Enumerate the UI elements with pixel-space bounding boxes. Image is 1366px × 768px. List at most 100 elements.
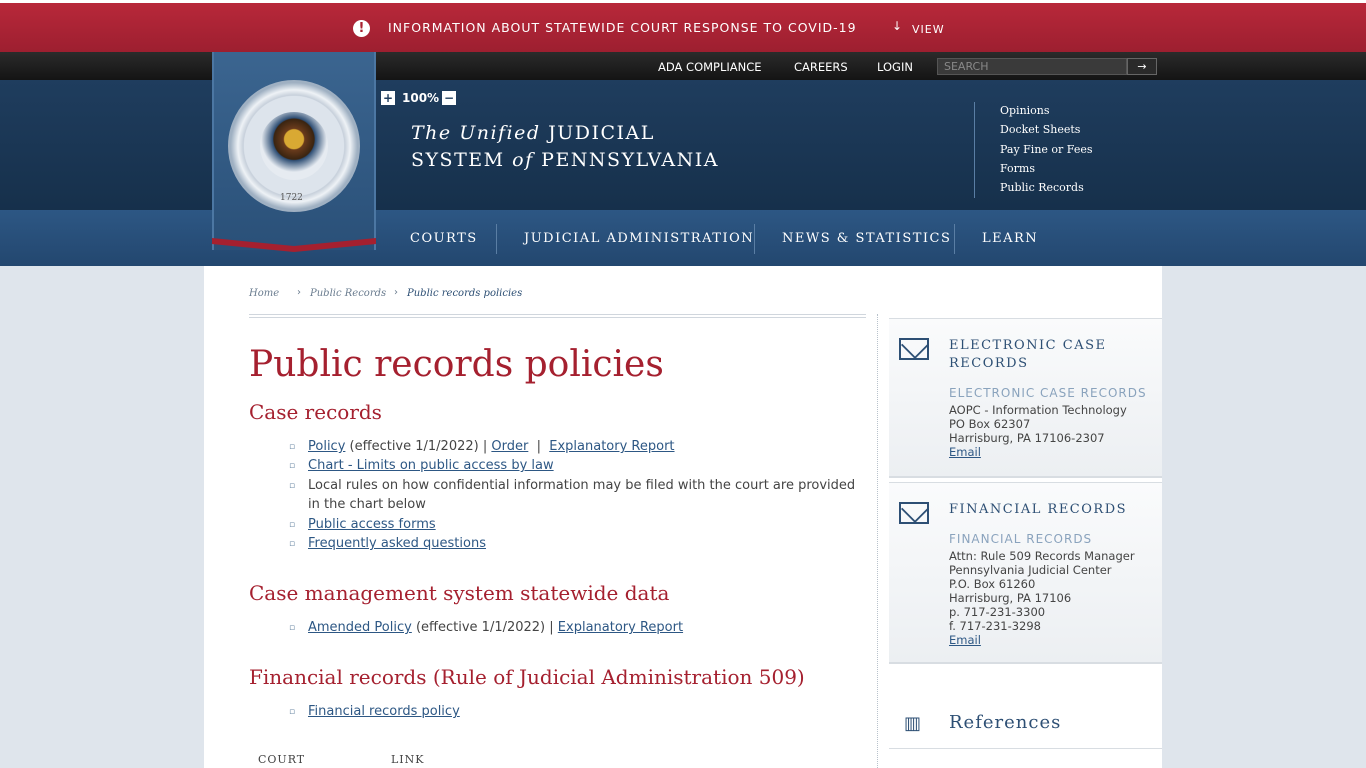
main-nav: COURTS JUDICIAL ADMINISTRATION NEWS & ST… bbox=[0, 210, 1366, 266]
financial-records-subheading: FINANCIAL RECORDS bbox=[949, 532, 1093, 546]
quick-link-forms[interactable]: Forms bbox=[1000, 162, 1035, 175]
breadcrumb-current: Public records policies bbox=[407, 288, 523, 299]
address-line: AOPC - Information Technology bbox=[949, 403, 1127, 417]
address-line: PO Box 62307 bbox=[949, 417, 1031, 431]
site-title-line2[interactable]: SYSTEM of PENNSYLVANIA bbox=[411, 149, 719, 171]
fax-line: f. 717-231-3298 bbox=[949, 619, 1041, 633]
references-heading: References bbox=[949, 712, 1062, 733]
financial-records-heading: FINANCIAL RECORDS bbox=[949, 502, 1128, 517]
quick-link-pay-fine[interactable]: Pay Fine or Fees bbox=[1000, 143, 1093, 156]
explanatory-report-link[interactable]: Explanatory Report bbox=[549, 439, 674, 454]
envelope-icon bbox=[899, 338, 929, 360]
alert-message[interactable]: INFORMATION ABOUT STATEWIDE COURT RESPON… bbox=[388, 20, 857, 35]
nav-divider bbox=[496, 224, 497, 254]
amended-policy-link[interactable]: Amended Policy bbox=[308, 620, 412, 635]
address-line: P.O. Box 61260 bbox=[949, 577, 1036, 591]
nav-divider bbox=[754, 224, 755, 254]
arrow-down-icon: ↓ bbox=[892, 19, 903, 33]
financial-records-email-link[interactable]: Email bbox=[949, 633, 981, 647]
address-line: Harrisburg, PA 17106 bbox=[949, 591, 1072, 605]
bullet-icon: ▫ bbox=[289, 520, 296, 530]
title-italic: of bbox=[512, 149, 534, 171]
title-text: PENNSYLVANIA bbox=[541, 149, 719, 171]
banner-ribbon bbox=[212, 238, 376, 252]
zoom-level: 100% bbox=[402, 91, 440, 105]
bullet-icon: ▫ bbox=[289, 707, 296, 717]
nav-courts[interactable]: COURTS bbox=[410, 231, 478, 246]
divider bbox=[889, 748, 1162, 749]
policy-note: (effective 1/1/2022) | bbox=[415, 620, 554, 635]
divider bbox=[249, 314, 866, 315]
electronic-records-email-link[interactable]: Email bbox=[949, 445, 981, 459]
search-submit-button[interactable]: → bbox=[1127, 58, 1157, 75]
site-title-line1[interactable]: The Unified JUDICIAL bbox=[411, 122, 655, 144]
quick-link-opinions[interactable]: Opinions bbox=[1000, 104, 1050, 117]
address-line: Attn: Rule 509 Records Manager bbox=[949, 549, 1135, 563]
separator: | bbox=[536, 439, 541, 454]
site-header bbox=[0, 80, 1366, 210]
bullet-icon: ▫ bbox=[289, 623, 296, 633]
page-title: Public records policies bbox=[249, 344, 664, 385]
nav-news-statistics[interactable]: NEWS & STATISTICS bbox=[782, 231, 951, 246]
bullet-icon: ▫ bbox=[289, 481, 296, 491]
list-item: Local rules on how confidential informat… bbox=[308, 478, 856, 512]
quick-links-divider bbox=[974, 102, 975, 198]
coat-of-arms-icon bbox=[260, 112, 328, 180]
quick-link-docket-sheets[interactable]: Docket Sheets bbox=[1000, 123, 1080, 136]
nav-learn[interactable]: LEARN bbox=[982, 231, 1038, 246]
nav-judicial-administration[interactable]: JUDICIAL ADMINISTRATION bbox=[524, 231, 754, 246]
policy-note: (effective 1/1/2022) | bbox=[349, 439, 488, 454]
table-header-court: COURT bbox=[258, 753, 306, 766]
breadcrumb-public-records[interactable]: Public Records bbox=[310, 288, 386, 299]
login-link[interactable]: LOGIN bbox=[877, 60, 913, 74]
zoom-out-button[interactable]: − bbox=[442, 91, 456, 105]
seal-year: 1722 bbox=[280, 193, 303, 203]
title-text: SYSTEM bbox=[411, 149, 505, 171]
list-item: Frequently asked questions bbox=[308, 534, 486, 553]
faq-link[interactable]: Frequently asked questions bbox=[308, 536, 486, 551]
list-item: Chart - Limits on public access by law bbox=[308, 456, 554, 475]
title-italic: The Unified bbox=[411, 122, 541, 144]
public-access-forms-link[interactable]: Public access forms bbox=[308, 517, 436, 532]
electronic-records-heading: ELECTRONIC CASE RECORDS bbox=[949, 337, 1107, 373]
section-heading-case-management: Case management system statewide data bbox=[249, 581, 670, 605]
list-item: Financial records policy bbox=[308, 702, 460, 721]
chevron-right-icon: › bbox=[394, 287, 398, 298]
zoom-in-button[interactable]: + bbox=[381, 91, 395, 105]
phone-line: p. 717-231-3300 bbox=[949, 605, 1046, 619]
chart-limits-link[interactable]: Chart - Limits on public access by law bbox=[308, 458, 554, 473]
arrow-right-icon: → bbox=[1137, 60, 1147, 73]
bullet-icon: ▫ bbox=[289, 539, 296, 549]
title-text: JUDICIAL bbox=[548, 122, 655, 144]
address-line: Pennsylvania Judicial Center bbox=[949, 563, 1112, 577]
exclamation-icon: ! bbox=[353, 20, 370, 37]
search-input[interactable]: SEARCH bbox=[937, 58, 1127, 75]
list-item: Policy (effective 1/1/2022) | Order | Ex… bbox=[308, 437, 675, 456]
section-heading-case-records: Case records bbox=[249, 400, 382, 424]
books-icon: ▥ bbox=[904, 713, 922, 734]
bullet-icon: ▫ bbox=[289, 442, 296, 452]
covid-alert-bar: ! INFORMATION ABOUT STATEWIDE COURT RESP… bbox=[0, 0, 1366, 52]
careers-link[interactable]: CAREERS bbox=[794, 60, 848, 74]
explanatory-report-link[interactable]: Explanatory Report bbox=[558, 620, 683, 635]
bullet-icon: ▫ bbox=[289, 461, 296, 471]
breadcrumb-home[interactable]: Home bbox=[249, 288, 279, 299]
financial-records-policy-link[interactable]: Financial records policy bbox=[308, 704, 460, 719]
list-item: Public access forms bbox=[308, 515, 436, 534]
address-line: Harrisburg, PA 17106-2307 bbox=[949, 431, 1105, 445]
ada-compliance-link[interactable]: ADA COMPLIANCE bbox=[658, 60, 762, 74]
policy-link[interactable]: Policy bbox=[308, 439, 345, 454]
heading-line: RECORDS bbox=[949, 356, 1029, 371]
envelope-icon bbox=[899, 502, 929, 524]
divider bbox=[249, 317, 866, 318]
heading-line: ELECTRONIC CASE bbox=[949, 338, 1107, 353]
order-link[interactable]: Order bbox=[491, 439, 528, 454]
list-item: Amended Policy (effective 1/1/2022) | Ex… bbox=[308, 618, 683, 637]
utility-bar: ADA COMPLIANCE CAREERS LOGIN SEARCH → bbox=[0, 52, 1366, 80]
section-heading-financial-records: Financial records (Rule of Judicial Admi… bbox=[249, 665, 805, 689]
table-header-link: LINK bbox=[391, 753, 425, 766]
chevron-right-icon: › bbox=[297, 287, 301, 298]
quick-link-public-records[interactable]: Public Records bbox=[1000, 181, 1084, 194]
alert-view-button[interactable]: VIEW bbox=[912, 23, 945, 36]
column-divider bbox=[877, 314, 878, 768]
